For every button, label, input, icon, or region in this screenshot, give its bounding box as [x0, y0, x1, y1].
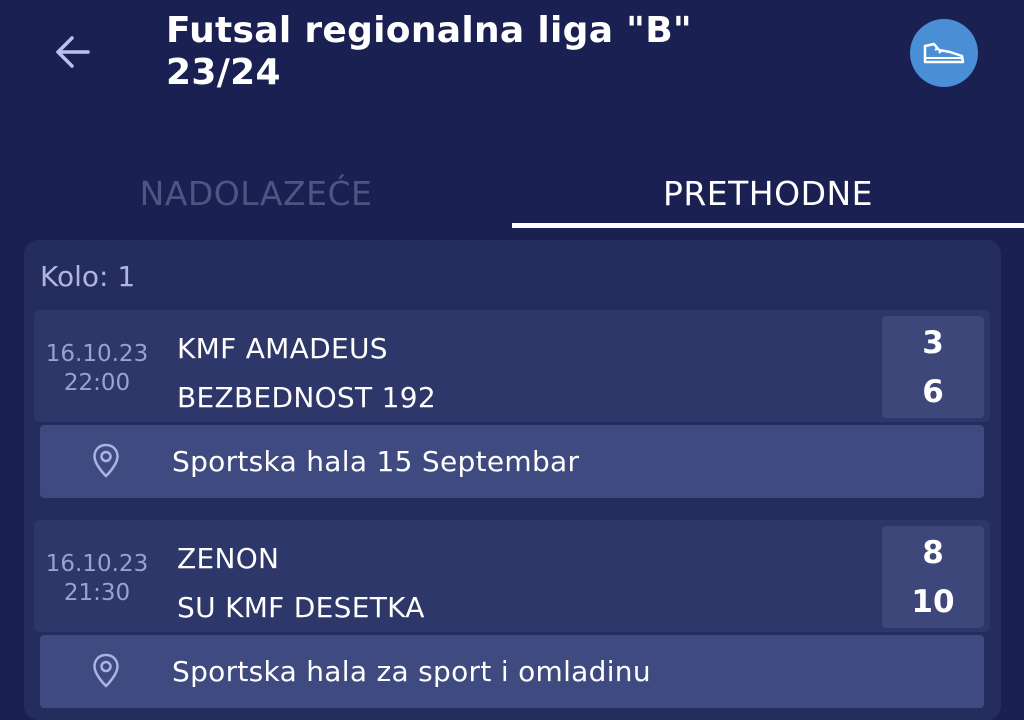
sneaker-icon: [923, 42, 965, 64]
location-pin-icon: [93, 653, 119, 688]
score-box: 3 6: [882, 316, 984, 418]
home-score: 3: [922, 325, 944, 361]
active-tab-indicator: [512, 223, 1024, 228]
results-panel: Kolo: 1 16.10.23 22:00 KMF AMADEUS BEZBE…: [24, 240, 1001, 720]
title-line-1: Futsal regionalna liga "B": [166, 10, 692, 51]
match-teams: ZENON SU KMF DESETKA: [177, 534, 425, 632]
venue-row[interactable]: Sportska hala za sport i omladinu: [40, 635, 984, 708]
back-button[interactable]: [50, 30, 94, 74]
match-time: 21:30: [63, 580, 131, 606]
venue-name: Sportska hala za sport i omladinu: [172, 655, 651, 688]
match-date: 16.10.23: [45, 341, 149, 367]
match-date: 16.10.23: [45, 551, 149, 577]
tab-upcoming[interactable]: NADOLAZEĆE: [0, 160, 512, 226]
round-label: Kolo: 1: [40, 260, 136, 293]
score-box: 8 10: [882, 526, 984, 628]
away-team: SU KMF DESETKA: [177, 591, 425, 624]
title-line-2: 23/24: [166, 52, 281, 93]
match-teams: KMF AMADEUS BEZBEDNOST 192: [177, 324, 436, 422]
arrow-left-icon: [56, 36, 90, 68]
app-header: Futsal regionalna liga "B" 23/24: [0, 0, 1024, 130]
venue-row[interactable]: Sportska hala 15 Septembar: [40, 425, 984, 498]
match-row[interactable]: 16.10.23 21:30 ZENON SU KMF DESETKA 8 10: [34, 520, 990, 632]
page-title: Futsal regionalna liga "B" 23/24: [166, 10, 806, 94]
sport-button[interactable]: [910, 19, 978, 87]
away-score: 6: [922, 374, 944, 410]
home-team: KMF AMADEUS: [177, 332, 388, 365]
away-team: BEZBEDNOST 192: [177, 381, 436, 414]
home-team: ZENON: [177, 542, 280, 575]
match-datetime: 16.10.23 21:30: [42, 550, 152, 608]
venue-name: Sportska hala 15 Septembar: [172, 445, 580, 478]
match-datetime: 16.10.23 22:00: [42, 340, 152, 398]
tab-previous[interactable]: PRETHODNE: [512, 160, 1024, 226]
match-time: 22:00: [63, 370, 131, 396]
home-score: 8: [922, 535, 944, 571]
away-score: 10: [911, 584, 955, 620]
location-pin-icon: [93, 443, 119, 478]
tab-bar: NADOLAZEĆE PRETHODNE: [0, 160, 1024, 230]
match-row[interactable]: 16.10.23 22:00 KMF AMADEUS BEZBEDNOST 19…: [34, 310, 990, 422]
